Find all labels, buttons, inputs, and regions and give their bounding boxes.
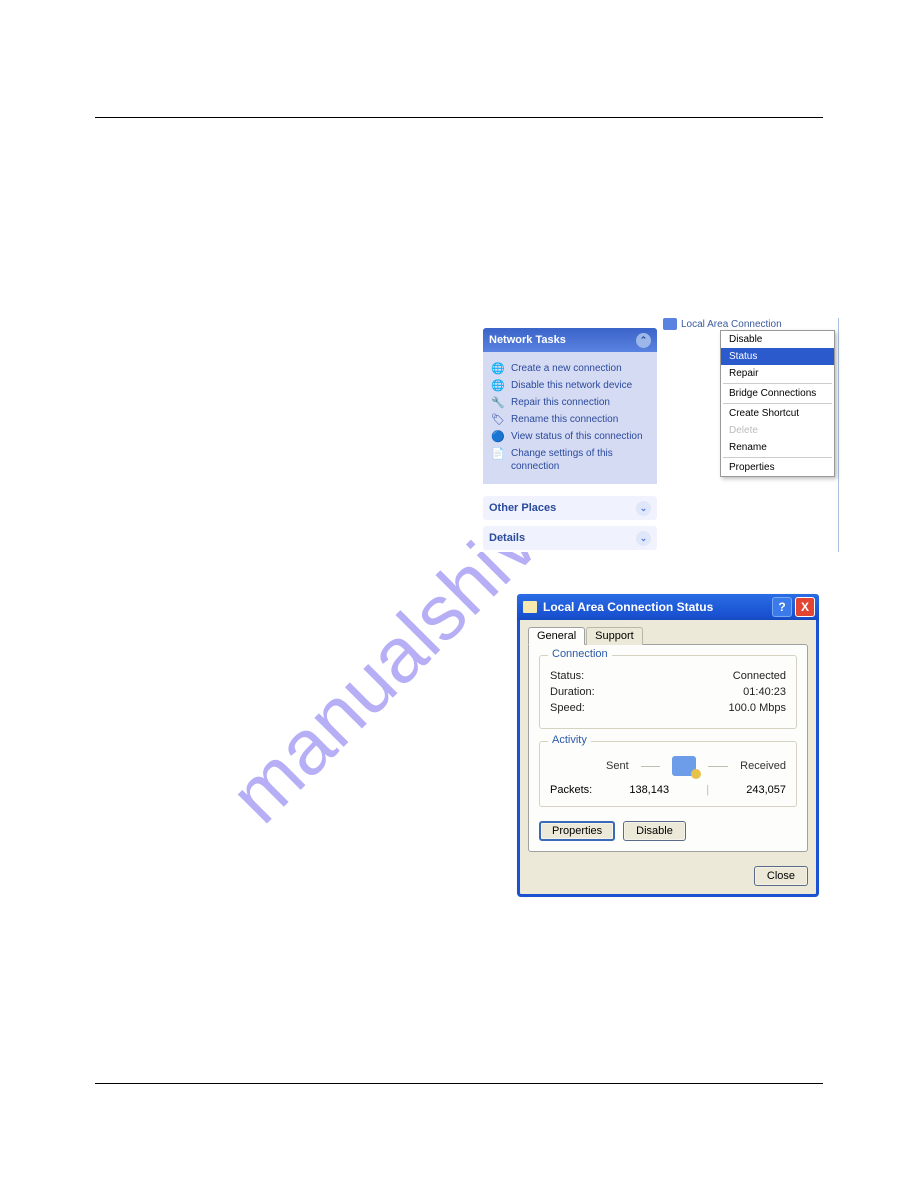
- status-value: Connected: [733, 670, 786, 682]
- network-tasks-panel: Network Tasks ⌃ 🌐 Create a new connection…: [483, 328, 657, 484]
- network-icon: [663, 318, 677, 330]
- menu-bridge[interactable]: Bridge Connections: [721, 385, 834, 402]
- expand-icon[interactable]: ⌄: [636, 501, 651, 516]
- speed-label: Speed:: [550, 702, 585, 714]
- screenshot-network-tasks: Local Area Connection Network Tasks ⌃ 🌐 C…: [477, 318, 839, 552]
- divider-line: [641, 766, 661, 767]
- connection-legend: Connection: [548, 648, 612, 660]
- menu-rename[interactable]: Rename: [721, 439, 834, 456]
- menu-disable[interactable]: Disable: [721, 331, 834, 348]
- task-label: Create a new connection: [511, 363, 622, 376]
- properties-button[interactable]: Properties: [539, 821, 615, 841]
- other-places-panel[interactable]: Other Places ⌄: [483, 496, 657, 520]
- task-label: Change settings of this connection: [511, 448, 649, 473]
- activity-header: Sent Received: [550, 756, 786, 776]
- activity-legend: Activity: [548, 734, 591, 746]
- dialog-titlebar[interactable]: Local Area Connection Status ? X: [517, 594, 819, 620]
- received-label: Received: [740, 760, 786, 772]
- wrench-icon: 🔧: [491, 397, 505, 411]
- lan-connection-item[interactable]: Local Area Connection: [663, 318, 782, 330]
- close-dialog-button[interactable]: Close: [754, 866, 808, 886]
- network-tasks-title: Network Tasks: [489, 334, 566, 346]
- network-icon: [523, 601, 537, 613]
- duration-row: Duration: 01:40:23: [550, 686, 786, 698]
- details-label: Details: [489, 532, 525, 544]
- packets-label: Packets:: [550, 784, 592, 796]
- speed-row: Speed: 100.0 Mbps: [550, 702, 786, 714]
- expand-icon[interactable]: ⌄: [636, 531, 651, 546]
- close-button[interactable]: X: [795, 597, 815, 617]
- task-label: Rename this connection: [511, 414, 618, 427]
- task-label: Disable this network device: [511, 380, 632, 393]
- menu-properties[interactable]: Properties: [721, 459, 834, 476]
- task-rename-connection[interactable]: 🏷 Rename this connection: [491, 414, 649, 428]
- info-icon: 🔵: [491, 431, 505, 445]
- header-rule: [95, 117, 823, 118]
- tab-content: Connection Status: Connected Duration: 01:…: [528, 644, 808, 852]
- collapse-icon[interactable]: ⌃: [636, 333, 651, 348]
- tab-general[interactable]: General: [528, 627, 585, 645]
- globe-plus-icon: 🌐: [491, 363, 505, 377]
- speed-value: 100.0 Mbps: [729, 702, 786, 714]
- context-menu: Disable Status Repair Bridge Connections…: [720, 330, 835, 477]
- task-change-settings[interactable]: 📄 Change settings of this connection: [491, 448, 649, 473]
- packets-received: 243,057: [746, 784, 786, 796]
- menu-separator: [723, 457, 832, 458]
- activity-group: Activity Sent Received Packets: 138,143 …: [539, 741, 797, 807]
- lan-label: Local Area Connection: [681, 319, 782, 330]
- duration-value: 01:40:23: [743, 686, 786, 698]
- packets-divider: |: [706, 784, 709, 796]
- menu-status[interactable]: Status: [721, 348, 834, 365]
- menu-delete: Delete: [721, 422, 834, 439]
- disable-button[interactable]: Disable: [623, 821, 686, 841]
- task-view-status[interactable]: 🔵 View status of this connection: [491, 431, 649, 445]
- packets-sent: 138,143: [629, 784, 669, 796]
- network-tasks-header[interactable]: Network Tasks ⌃: [483, 328, 657, 352]
- task-repair-connection[interactable]: 🔧 Repair this connection: [491, 397, 649, 411]
- packets-row: Packets: 138,143 | 243,057: [550, 784, 786, 796]
- tab-support[interactable]: Support: [586, 627, 643, 645]
- status-row: Status: Connected: [550, 670, 786, 682]
- task-disable-device[interactable]: 🌐 Disable this network device: [491, 380, 649, 394]
- status-label: Status:: [550, 670, 584, 682]
- tag-icon: 🏷: [491, 414, 505, 428]
- menu-repair[interactable]: Repair: [721, 365, 834, 382]
- duration-label: Duration:: [550, 686, 595, 698]
- globe-x-icon: 🌐: [491, 380, 505, 394]
- doc-icon: 📄: [491, 448, 505, 462]
- connection-status-dialog: Local Area Connection Status ? X General…: [517, 594, 819, 897]
- sent-label: Sent: [606, 760, 629, 772]
- activity-icon: [672, 756, 696, 776]
- dialog-title: Local Area Connection Status: [543, 600, 713, 614]
- help-button[interactable]: ?: [772, 597, 792, 617]
- menu-separator: [723, 403, 832, 404]
- task-create-connection[interactable]: 🌐 Create a new connection: [491, 363, 649, 377]
- footer-rule: [95, 1083, 823, 1084]
- task-label: Repair this connection: [511, 397, 610, 410]
- details-panel[interactable]: Details ⌄: [483, 526, 657, 550]
- other-places-label: Other Places: [489, 502, 556, 514]
- connection-group: Connection Status:Connected Duration:01:…: [539, 655, 797, 729]
- divider-line: [708, 766, 728, 767]
- menu-separator: [723, 383, 832, 384]
- menu-shortcut[interactable]: Create Shortcut: [721, 405, 834, 422]
- task-label: View status of this connection: [511, 431, 643, 444]
